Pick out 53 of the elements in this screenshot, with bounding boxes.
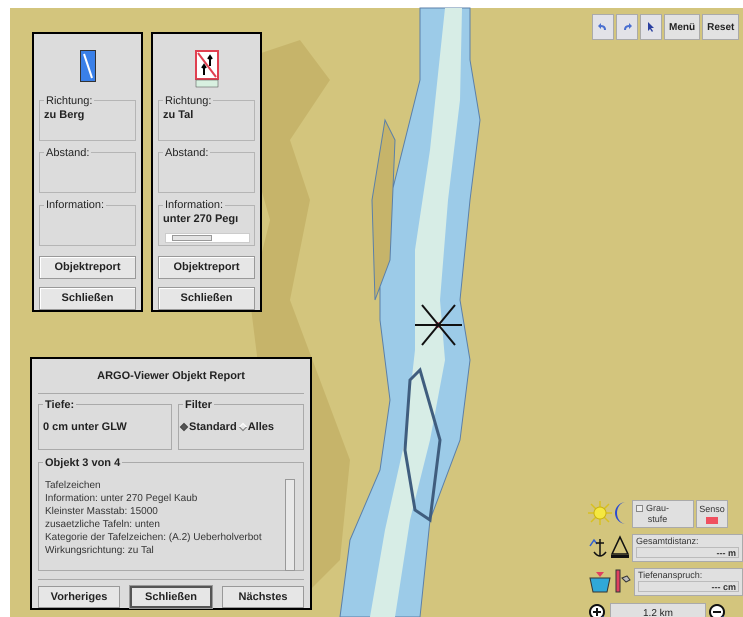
horizontal-scrollbar[interactable] — [165, 232, 250, 243]
report-button[interactable]: Schließen — [130, 586, 212, 608]
scale-selector[interactable]: 1.2 km — [610, 603, 706, 617]
compass-triangle-icon[interactable] — [610, 534, 630, 560]
zoom-in-icon[interactable] — [588, 603, 608, 617]
field-label: Abstand: — [45, 148, 90, 159]
toolbar-button[interactable]: Reset — [702, 14, 740, 40]
query-button[interactable] — [640, 14, 662, 40]
field-value: unter 270 Pegı — [163, 212, 240, 228]
total-distance-label: Gesamtdistanz: — [636, 536, 700, 546]
panel-button[interactable]: Objektreport — [39, 256, 136, 279]
depth-value: 0 cm unter GLW — [43, 420, 127, 436]
filter-radio[interactable]: Standard — [181, 418, 237, 436]
sensor-label: Senso — [699, 503, 725, 516]
undo-icon — [598, 23, 608, 31]
sign-icon — [194, 50, 218, 88]
field-label: Richtung: — [45, 96, 94, 107]
total-distance-value: --- m — [636, 547, 739, 558]
panel-button[interactable]: Schließen — [158, 286, 255, 310]
depth-requirement-value: --- cm — [638, 581, 739, 592]
field-value: zu Berg — [44, 108, 86, 123]
sensor-toggle[interactable]: Senso — [696, 500, 728, 528]
undo-button[interactable] — [592, 14, 614, 40]
redo-button[interactable] — [616, 14, 638, 40]
report-line: Kleinster Masstab: 15000 — [45, 505, 159, 518]
zoom-out-icon[interactable] — [708, 603, 728, 617]
field-label: Information: — [45, 200, 106, 212]
report-line: Tafelzeichen — [45, 479, 102, 492]
field-label: Richtung: — [164, 96, 212, 107]
panel-button[interactable]: Objektreport — [158, 256, 255, 279]
report-line: Information: unter 270 Pegel Kaub — [45, 492, 198, 506]
field-value: zu Tal — [163, 108, 194, 123]
field-label: Abstand: — [164, 148, 210, 159]
filter-radio[interactable]: Alles — [240, 418, 274, 436]
report-line: zusaetzliche Tafeln: unten — [45, 518, 161, 532]
report-button[interactable]: Nächstes — [222, 586, 304, 608]
toolbar-button[interactable]: Menü — [664, 14, 700, 40]
pointer-arrow-icon — [647, 21, 655, 33]
redo-icon — [622, 23, 632, 31]
panel-button[interactable]: Schließen — [39, 286, 136, 310]
grayscale-label: Grau- stufe — [646, 503, 670, 525]
scale-value: 1.2 km — [642, 606, 673, 617]
report-line: Kategorie der Tafelzeichen: (A.2) Ueberholverbot — [45, 531, 263, 544]
sign-icon — [80, 50, 96, 82]
field-label: Information: — [164, 200, 224, 212]
report-title: ARGO-Viewer Objekt Report — [38, 359, 304, 394]
depth-requirement-label: Tiefenanspruch: — [638, 570, 704, 580]
depth-gauge-icon[interactable] — [614, 568, 632, 594]
grayscale-toggle[interactable]: Grau- stufe — [632, 500, 694, 528]
report-line: Wirkungsrichtung: zu Tal — [45, 544, 155, 558]
vertical-scrollbar[interactable] — [285, 479, 295, 572]
report-button[interactable]: Vorheriges — [38, 586, 120, 608]
scrollbar-thumb[interactable] — [172, 234, 212, 241]
